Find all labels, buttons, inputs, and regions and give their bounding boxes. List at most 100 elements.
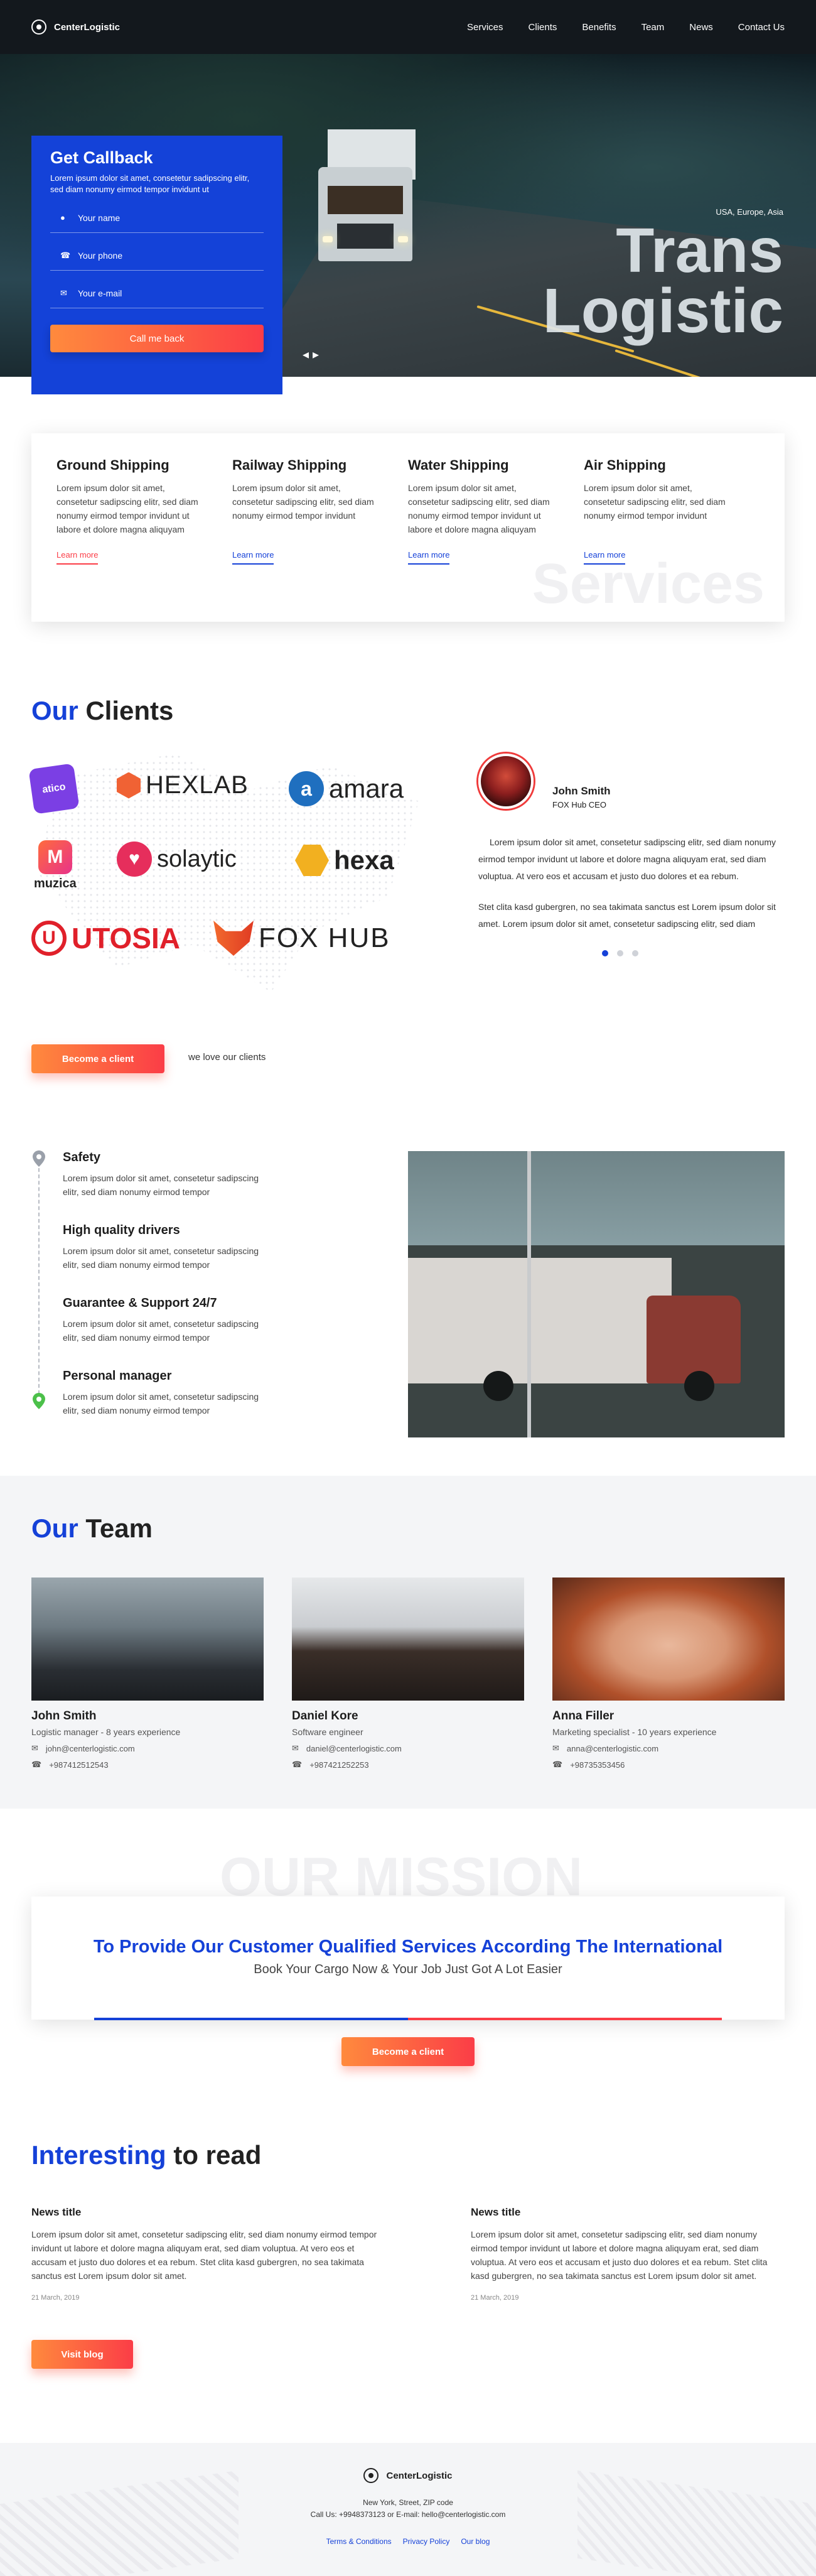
testimonial-role: FOX Hub CEO [552,800,606,809]
hexagon-icon [117,772,141,799]
mission-heading: To Provide Our Customer Qualified Servic… [93,1937,723,1957]
learn-more-link[interactable]: Learn more [408,550,450,565]
member-name: John Smith [31,1709,97,1723]
footer-link-privacy[interactable]: Privacy Policy [403,2537,450,2546]
nav-contact[interactable]: Contact Us [738,22,785,33]
client-logo-atico[interactable]: atico [28,763,80,814]
truck-photo [408,1151,785,1437]
callback-form: Get Callback Lorem ipsum dolor sit amet,… [31,136,282,394]
visit-blog-button[interactable]: Visit blog [31,2340,133,2369]
phone-icon: ☎ [31,1760,42,1769]
pagination-dot[interactable] [602,950,608,956]
testimonial-name: John Smith [552,785,611,797]
footer-link-blog[interactable]: Our blog [461,2537,490,2546]
call-me-back-button[interactable]: Call me back [50,325,264,352]
member-photo [552,1578,785,1701]
clients-heading-accent: Our [31,696,78,725]
news-heading-accent: Interesting [31,2140,166,2170]
service-title: Ground Shipping [56,457,169,473]
testimonial-pagination [602,950,816,956]
benefit-item: Personal manager Lorem ipsum dolor sit a… [63,1369,314,1417]
learn-more-link[interactable]: Learn more [232,550,274,565]
member-role: Marketing specialist - 10 years experien… [552,1727,717,1737]
main-nav: Services Clients Benefits Team News Cont… [467,22,785,33]
become-client-button[interactable]: Become a client [341,2037,475,2066]
arrow-right-icon[interactable]: ▸ [313,347,319,362]
news-item: News title Lorem ipsum dolor sit amet, c… [31,2206,383,2302]
phone-icon: ☎ [552,1760,563,1769]
news-date: 21 March, 2019 [31,2294,80,2302]
benefit-text: Lorem ipsum dolor sit amet, consetetur s… [63,1246,259,1270]
hero-slider-arrows: ◂ ▸ [303,347,319,362]
service-text: Lorem ipsum dolor sit amet, consetetur s… [408,483,550,534]
benefit-text: Lorem ipsum dolor sit amet, consetetur s… [63,1173,259,1197]
team-member: Anna Filler Marketing specialist - 10 ye… [552,1578,785,1770]
clients-heading: Our Clients [31,696,173,726]
client-logo-hexa[interactable]: hexa [295,845,394,876]
service-ground: Ground Shipping Lorem ipsum dolor sit am… [56,451,232,604]
testimonial-text: Stet clita kasd gubergren, no sea takima… [478,902,776,929]
learn-more-link[interactable]: Learn more [56,550,99,565]
tire-tread-decoration [0,2470,239,2576]
client-testimonial: John Smith FOX Hub CEO Lorem ipsum dolor… [478,754,816,956]
service-title: Water Shipping [408,457,509,473]
heart-icon: ♥ [117,842,152,877]
nav-team[interactable]: Team [642,22,665,33]
team-member: John Smith Logistic manager - 8 years ex… [31,1578,264,1770]
clients-heading-rest: Clients [85,696,174,725]
service-text: Lorem ipsum dolor sit amet, consetetur s… [584,483,726,521]
news-title[interactable]: News title [31,2206,383,2219]
mission-divider [94,2018,722,2020]
footer-logo[interactable]: CenterLogistic [0,2468,816,2483]
member-name: Anna Filler [552,1709,615,1723]
testimonial-text: Lorem ipsum dolor sit amet, consetetur s… [478,837,776,881]
benefit-item: Guarantee & Support 24/7 Lorem ipsum dol… [63,1296,314,1345]
client-logo-foxhub[interactable]: FOX HUB [213,921,390,956]
mail-icon: ✉ [292,1743,299,1753]
amara-icon: a [289,771,324,806]
team-member: Daniel Kore Software engineer ✉ daniel@ce… [292,1578,524,1770]
nav-services[interactable]: Services [467,22,503,33]
phone-icon: ☎ [60,250,71,260]
news-title[interactable]: News title [471,2206,785,2219]
client-logo-hexlab[interactable]: HEXLAB [117,771,249,799]
mail-icon: ✉ [60,288,67,298]
client-logo-utosia[interactable]: U UTOSIA [31,921,180,956]
callback-description: Lorem ipsum dolor sit amet, consetetur s… [50,173,250,194]
logo-icon [363,2468,379,2483]
location-pin-icon [33,1393,45,1409]
name-input[interactable] [78,212,254,223]
nav-news[interactable]: News [689,22,713,33]
service-text: Lorem ipsum dolor sit amet, consetetur s… [232,483,374,521]
phone-field: ☎ [50,241,264,271]
location-pin-icon [33,1150,45,1167]
clients-tagline: we love our clients [188,1052,266,1063]
arrow-left-icon[interactable]: ◂ [303,347,309,362]
pagination-dot[interactable] [632,950,638,956]
learn-more-link[interactable]: Learn more [584,550,626,565]
email-input[interactable] [78,288,254,298]
pagination-dot[interactable] [617,950,623,956]
client-logo-solaytic[interactable]: ♥ solaytic [117,842,237,877]
client-logo-amara[interactable]: a amara [289,771,404,806]
service-title: Air Shipping [584,457,666,473]
benefit-item: Safety Lorem ipsum dolor sit amet, conse… [63,1150,314,1199]
team-heading: Our Team [31,1513,153,1544]
nav-clients[interactable]: Clients [529,22,557,33]
mission-subheading: Book Your Cargo Now & Your Job Just Got … [254,1962,562,1976]
news-heading-rest: to read [173,2140,262,2170]
footer-link-terms[interactable]: Terms & Conditions [326,2537,392,2546]
team-heading-accent: Our [31,1513,78,1543]
brand-logo[interactable]: CenterLogistic [31,19,120,35]
member-phone: ☎ +98735353456 [552,1760,625,1770]
hero-title-line2: Logistic [542,276,783,346]
become-client-button[interactable]: Become a client [31,1044,164,1073]
phone-input[interactable] [78,250,254,261]
nav-benefits[interactable]: Benefits [582,22,616,33]
callback-title: Get Callback [50,148,153,167]
member-role: Software engineer [292,1727,363,1737]
phone-icon: ☎ [292,1760,303,1769]
client-logo-muzica[interactable]: M muzica [34,840,77,891]
brand-name: CenterLogistic [54,21,121,33]
mission-card: To Provide Our Customer Qualified Servic… [31,1897,785,2020]
